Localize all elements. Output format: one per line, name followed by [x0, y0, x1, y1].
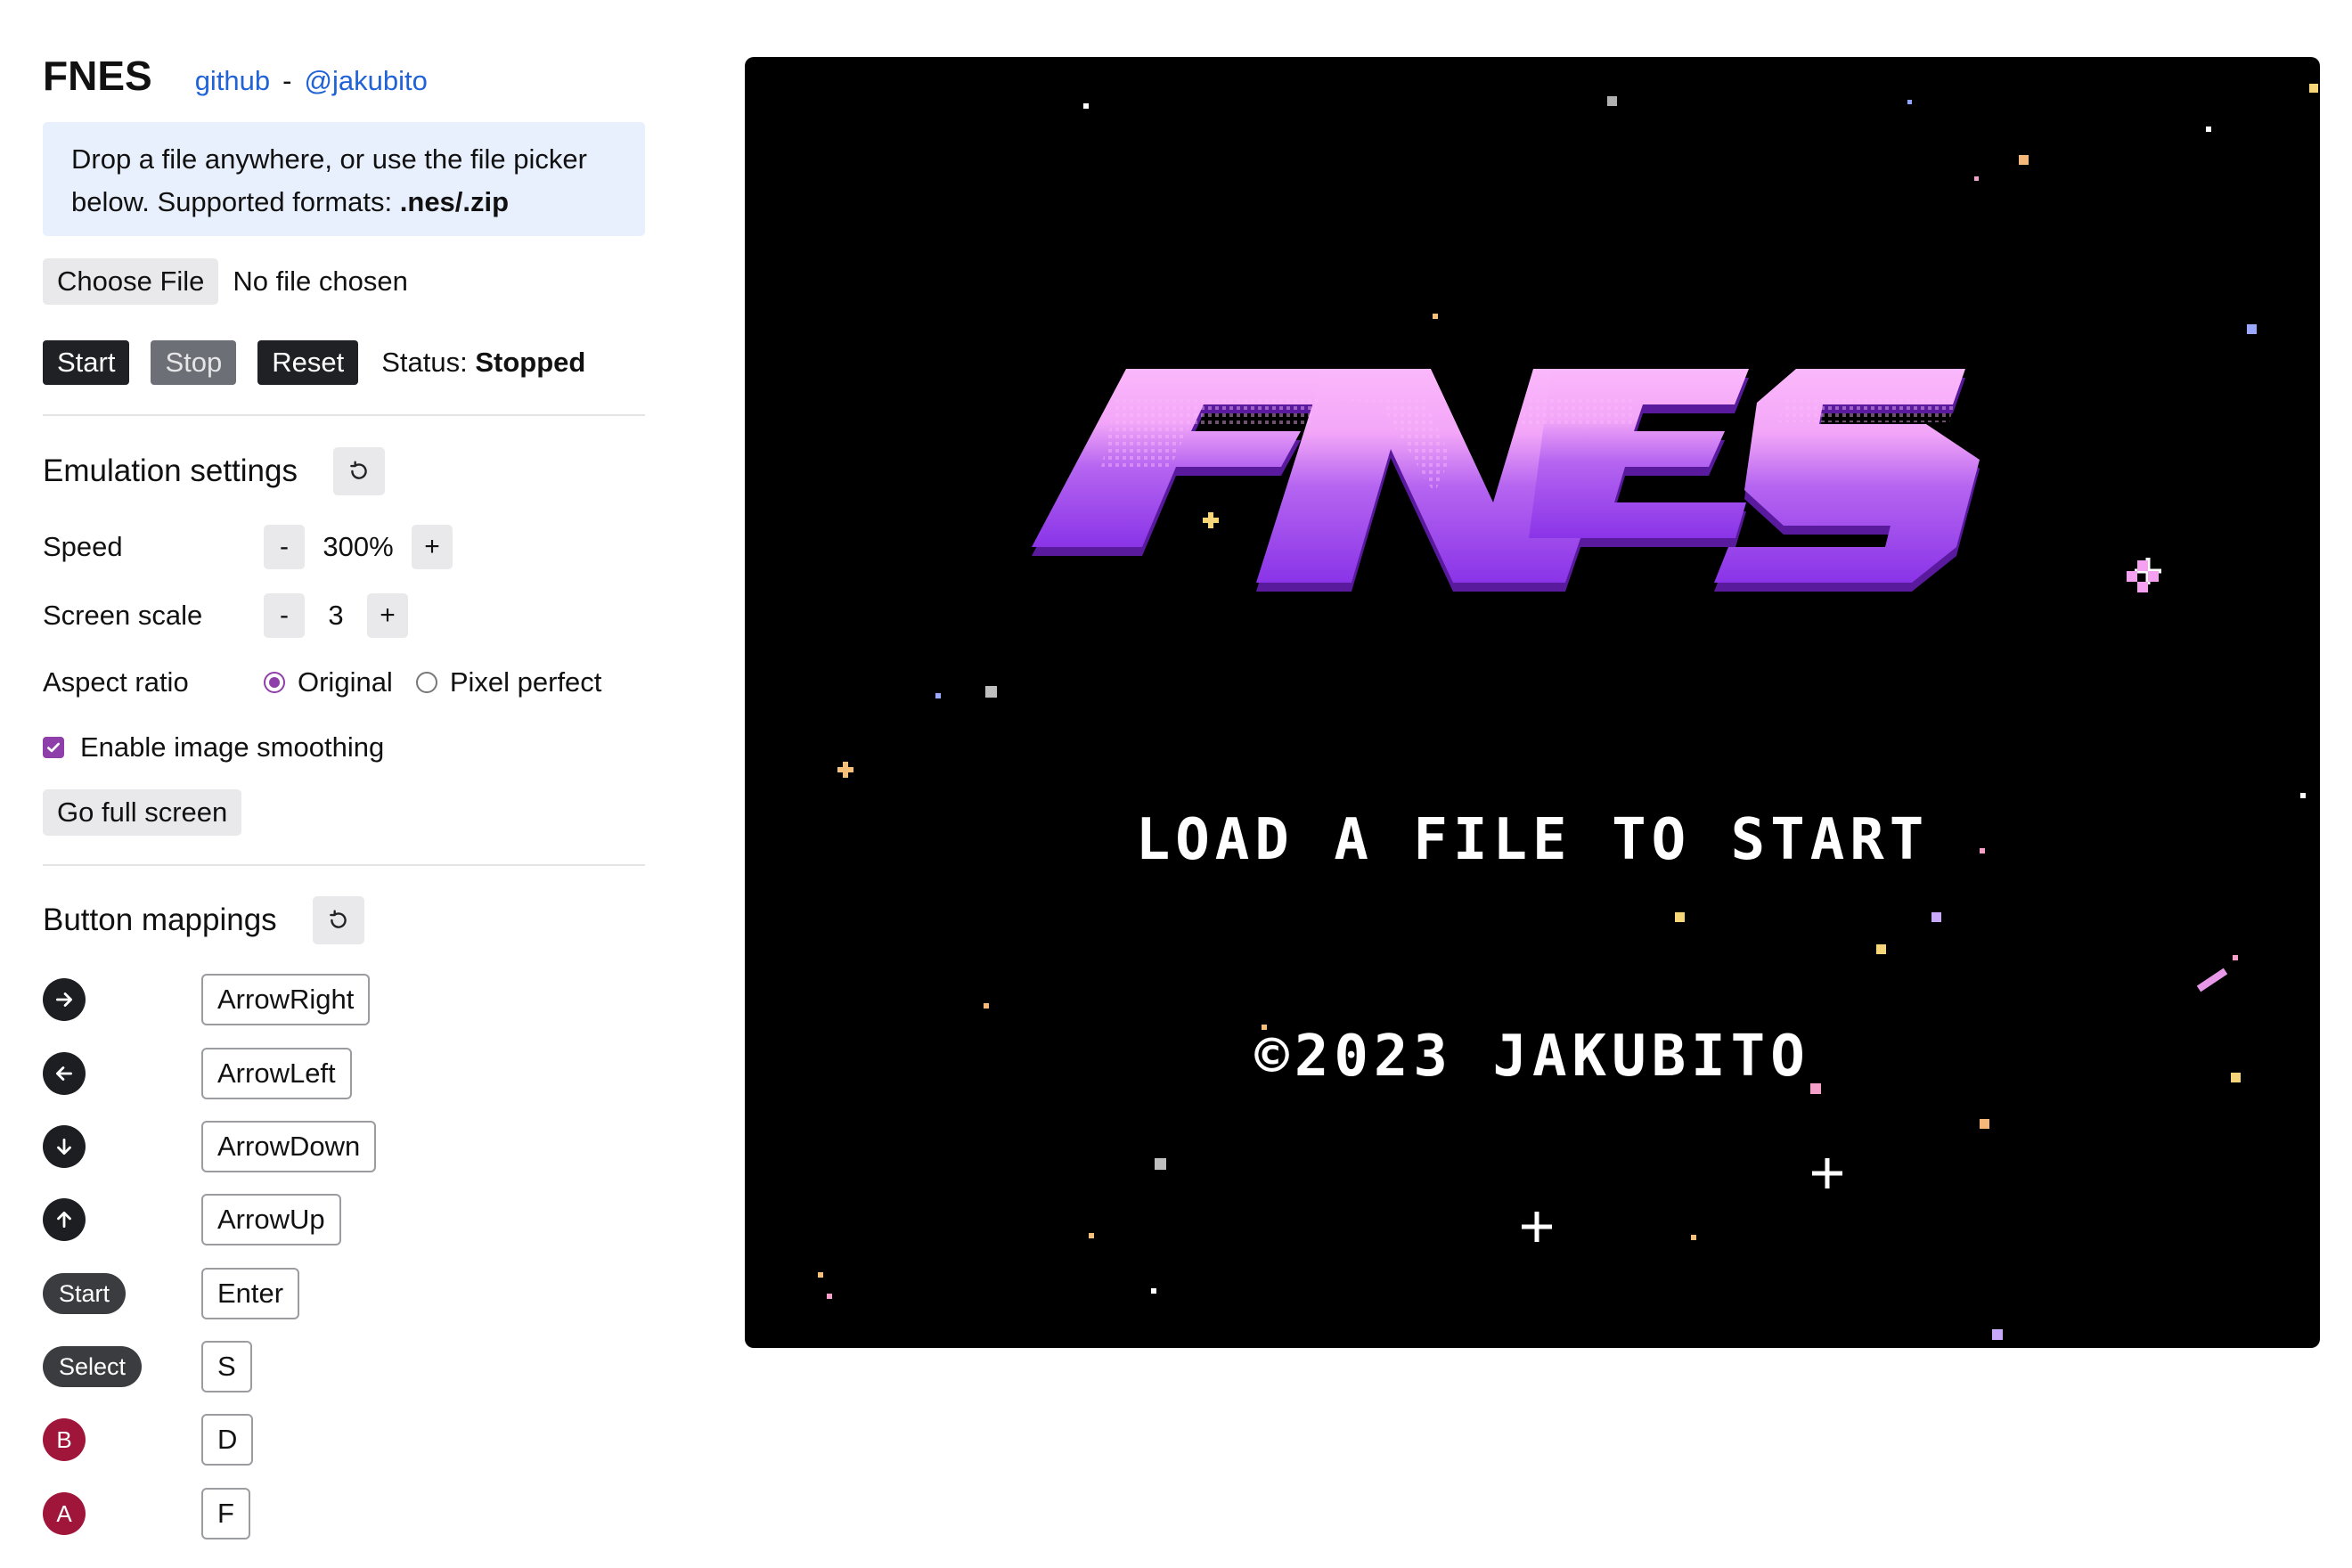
mapping-row-left: ArrowLeft [43, 1048, 352, 1099]
mapping-key-select[interactable]: S [201, 1341, 252, 1392]
reset-icon [329, 910, 347, 928]
reset-button[interactable]: Reset [257, 340, 359, 385]
mapping-row-b: B D [43, 1414, 254, 1466]
aspect-pixel-perfect-option[interactable]: Pixel perfect [415, 666, 602, 698]
aspect-original-radio[interactable] [264, 672, 285, 693]
file-picker: Choose File No file chosen [43, 258, 408, 305]
button-mappings-header: Button mappings [43, 896, 364, 944]
mapping-row-a: A F [43, 1488, 250, 1539]
speed-label: Speed [43, 531, 123, 562]
start-button[interactable]: Start [43, 340, 130, 385]
select-badge: Select [43, 1346, 143, 1387]
header: FNES github - @jakubito [43, 52, 428, 100]
choose-file-button[interactable]: Choose File [43, 258, 219, 305]
button-mappings-title: Button mappings [43, 902, 277, 937]
reset-mappings-button[interactable] [312, 896, 364, 944]
scale-value: 3 [328, 600, 344, 631]
divider [43, 864, 645, 866]
arrow-left-icon [43, 1052, 86, 1095]
speed-value: 300% [323, 531, 394, 562]
fnes-logo [1032, 369, 1980, 592]
copyright-text: ©2023 JAKUBITO [1254, 1024, 1809, 1090]
fullscreen-button[interactable]: Go full screen [43, 789, 242, 836]
screen-scale-label: Screen scale [43, 600, 203, 631]
status-value: Stopped [475, 347, 586, 378]
mapping-key-down[interactable]: ArrowDown [201, 1121, 377, 1172]
arrow-down-icon [43, 1125, 86, 1168]
mapping-key-left[interactable]: ArrowLeft [201, 1048, 352, 1099]
emulator-controls: Start Stop Reset Status: Stopped [43, 340, 585, 385]
author-link[interactable]: @jakubito [304, 65, 427, 97]
aspect-pixel-perfect-label: Pixel perfect [449, 666, 602, 698]
mapping-key-b[interactable]: D [201, 1414, 254, 1466]
info-box: Drop a file anywhere, or use the file pi… [43, 122, 645, 236]
aspect-original-option[interactable]: Original [264, 666, 393, 698]
mapping-row-start: Start Enter [43, 1268, 300, 1319]
smoothing-setting[interactable]: Enable image smoothing [43, 731, 384, 764]
reset-icon [350, 461, 367, 479]
info-formats: .nes/.zip [399, 186, 510, 217]
stop-button[interactable]: Stop [151, 340, 237, 385]
mapping-key-up[interactable]: ArrowUp [201, 1194, 341, 1245]
screen-scale-setting: Screen scale - 3 + [43, 593, 408, 638]
arrow-up-icon [43, 1198, 86, 1241]
mapping-key-start[interactable]: Enter [201, 1268, 300, 1319]
divider [43, 414, 645, 416]
check-icon [47, 742, 60, 753]
mapping-row-select: Select S [43, 1341, 252, 1392]
header-separator: - [282, 65, 292, 96]
mapping-row-right: ArrowRight [43, 974, 371, 1025]
aspect-original-label: Original [298, 666, 393, 698]
mapping-row-down: ArrowDown [43, 1121, 377, 1172]
screen-canvas: LOAD A FILE TO START ©2023 JAKUBITO [818, 84, 2318, 1340]
start-badge: Start [43, 1273, 127, 1314]
starfield [818, 84, 2318, 1340]
speed-decrease-button[interactable]: - [264, 525, 305, 569]
app-title: FNES [43, 53, 152, 99]
aspect-ratio-setting: Aspect ratio Original Pixel perfect [43, 666, 601, 698]
emulator-screen[interactable]: LOAD A FILE TO START ©2023 JAKUBITO [745, 57, 2320, 1348]
aspect-ratio-label: Aspect ratio [43, 666, 189, 698]
aspect-pixel-perfect-radio[interactable] [415, 672, 437, 693]
status-label: Status: [381, 347, 468, 378]
smoothing-checkbox[interactable] [43, 737, 64, 758]
speed-increase-button[interactable]: + [412, 525, 453, 569]
status-indicator: Status: Stopped [381, 347, 585, 379]
scale-increase-button[interactable]: + [367, 593, 408, 638]
a-button-badge: A [43, 1492, 86, 1535]
mapping-key-right[interactable]: ArrowRight [201, 974, 371, 1025]
smoothing-label: Enable image smoothing [80, 731, 385, 763]
scale-decrease-button[interactable]: - [264, 593, 305, 638]
emulation-settings-title: Emulation settings [43, 453, 298, 488]
mapping-key-a[interactable]: F [201, 1488, 250, 1539]
load-message: LOAD A FILE TO START [1136, 807, 1930, 873]
file-status: No file chosen [233, 265, 408, 297]
arrow-right-icon [43, 978, 86, 1021]
reset-emulation-settings-button[interactable] [332, 447, 385, 495]
mapping-row-up: ArrowUp [43, 1194, 341, 1245]
speed-setting: Speed - 300% + [43, 525, 453, 569]
fullscreen-row: Go full screen [43, 789, 242, 836]
github-link[interactable]: github [195, 65, 270, 97]
b-button-badge: B [43, 1418, 86, 1461]
info-text: Drop a file anywhere, or use the file pi… [71, 143, 587, 217]
emulation-settings-header: Emulation settings [43, 447, 385, 495]
